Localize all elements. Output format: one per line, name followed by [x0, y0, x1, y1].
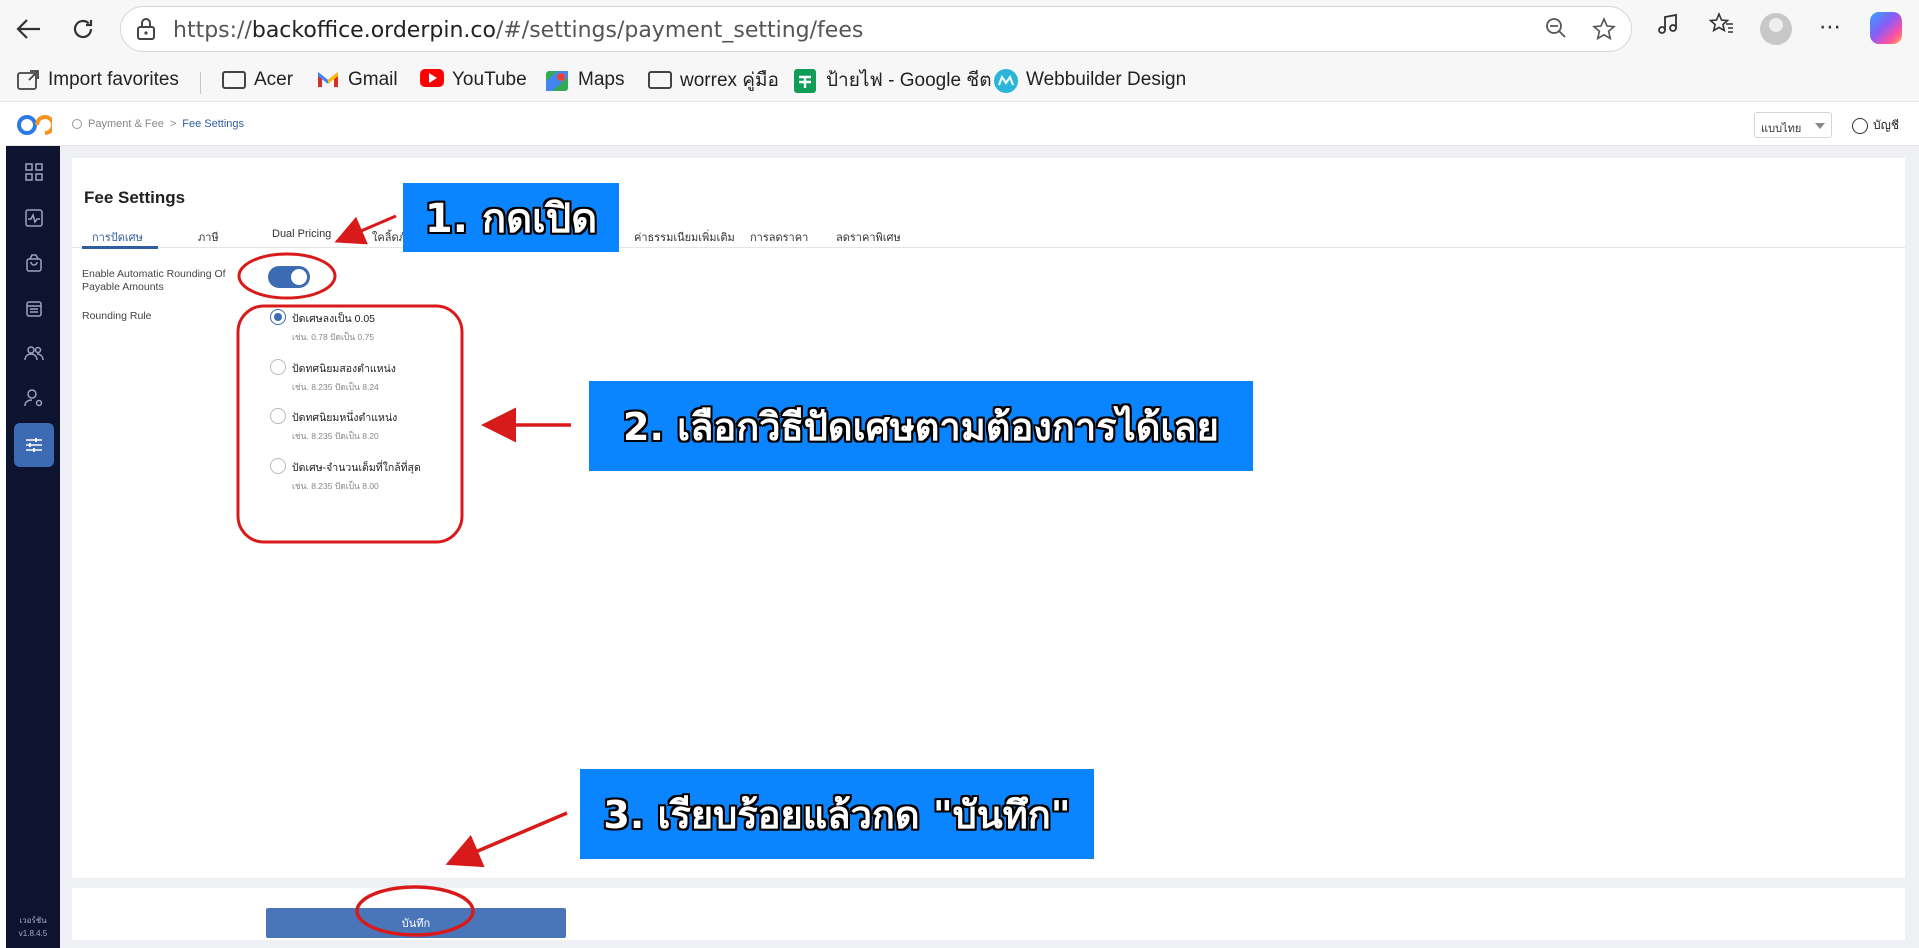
orderpin-logo [17, 115, 52, 135]
tab-discount[interactable]: การลดราคา [750, 228, 808, 246]
users-group-icon[interactable] [14, 333, 54, 373]
footer-action-bar: บันทึก [72, 888, 1905, 940]
breadcrumb-fee-settings: Fee Settings [182, 118, 245, 130]
bookmark-webbuilder[interactable]: Webbuilder Design [994, 66, 1186, 94]
url-text: https://backoffice.orderpin.co/#/setting… [173, 18, 864, 43]
star-favorite-icon[interactable] [1591, 16, 1617, 43]
tab-special-discount[interactable]: ลดราคาพิเศษ [836, 228, 901, 246]
shopping-bag-icon[interactable] [14, 243, 54, 283]
bookmark-gmail[interactable]: Gmail [316, 66, 398, 94]
settings-sliders-icon[interactable] [14, 423, 54, 467]
bookmark-divider [200, 72, 201, 94]
tab-rounding[interactable]: การปัดเศษ [92, 228, 143, 246]
folder-icon [222, 71, 246, 89]
breadcrumb: Payment & Fee > Fee Settings [72, 118, 244, 130]
bookmark-google-sheets[interactable]: ป้ายไฟ - Google ชีต [794, 66, 992, 94]
rounding-toggle-label: Enable Automatic Rounding Of Payable Amo… [82, 268, 226, 293]
language-select[interactable]: แบบไทย [1754, 112, 1832, 138]
bookmark-maps[interactable]: Maps [546, 66, 624, 94]
payment-fee-icon [72, 119, 82, 129]
store-icon[interactable] [14, 288, 54, 328]
sheets-icon [794, 69, 818, 93]
user-icon [1852, 117, 1868, 134]
tab-additional-fees[interactable]: ค่าธรรมเนียมเพิ่มเติม [634, 228, 735, 246]
save-button[interactable]: บันทึก [266, 908, 566, 938]
gmail-icon [316, 69, 340, 91]
bookmark-youtube[interactable]: YouTube [420, 66, 527, 94]
import-icon [16, 69, 40, 91]
active-tab-indicator [82, 246, 158, 249]
user-settings-icon[interactable] [14, 378, 54, 418]
version-info: เวอร์ชัน v1.8.4.5 [18, 916, 48, 938]
annotation-step-1: 1. กดเปิด [403, 183, 619, 252]
dashboard-icon[interactable] [14, 152, 54, 192]
favorites-list-icon[interactable] [1706, 11, 1738, 44]
bookmark-acer[interactable]: Acer [222, 66, 293, 94]
radio-button[interactable] [270, 309, 286, 325]
refresh-icon[interactable] [66, 12, 100, 46]
radio-button[interactable] [270, 408, 286, 424]
media-icon[interactable] [1652, 12, 1684, 44]
profile-avatar[interactable] [1760, 13, 1792, 45]
rounding-rule-label: Rounding Rule [82, 310, 152, 322]
annotation-step-3: 3. เรียบร้อยแล้วกด "บันทึก" [580, 769, 1094, 859]
lock-icon[interactable] [135, 17, 159, 41]
sidebar: เวอร์ชัน v1.8.4.5 [6, 146, 60, 948]
back-arrow-icon[interactable] [12, 12, 46, 46]
breadcrumb-payment-fee[interactable]: Payment & Fee [88, 118, 164, 130]
bookmark-import-favorites[interactable]: Import favorites [16, 66, 179, 94]
auto-rounding-toggle[interactable] [268, 266, 310, 288]
copilot-icon[interactable] [1870, 12, 1902, 44]
tab-service-charge[interactable]: ใคลิ้ดภั [372, 228, 406, 246]
more-options-icon[interactable]: ⋯ [1814, 12, 1846, 44]
bookmarks-bar: Import favorites Acer Gmail YouTube Maps… [0, 58, 1919, 102]
breadcrumb-separator: > [169, 118, 177, 130]
tab-tax[interactable]: ภาษี [198, 228, 219, 246]
chevron-down-icon [1815, 123, 1825, 129]
youtube-icon [420, 69, 444, 91]
radio-button[interactable] [270, 359, 286, 375]
webbuilder-icon [994, 69, 1018, 93]
account-menu[interactable]: บัญชี [1852, 116, 1899, 135]
annotation-step-2: 2. เลือกวิธีปัดเศษตามต้องการได้เลย [589, 381, 1253, 471]
tab-bar: การปัดเศษ ภาษี Dual Pricing ใคลิ้ดภั ค่า… [72, 214, 1905, 249]
bookmark-worrex[interactable]: worrex คู่มือ [648, 66, 779, 94]
activity-icon[interactable] [14, 198, 54, 238]
app-header: Payment & Fee > Fee Settings แบบไทย บัญช… [6, 104, 1919, 146]
tab-dual-pricing[interactable]: Dual Pricing [272, 228, 331, 240]
address-bar[interactable]: https://backoffice.orderpin.co/#/setting… [120, 6, 1632, 52]
folder-icon [648, 71, 672, 89]
radio-button[interactable] [270, 458, 286, 474]
page-title: Fee Settings [84, 188, 186, 207]
maps-icon [546, 69, 570, 91]
zoom-out-icon[interactable] [1543, 17, 1569, 43]
browser-toolbar: https://backoffice.orderpin.co/#/setting… [0, 0, 1919, 58]
